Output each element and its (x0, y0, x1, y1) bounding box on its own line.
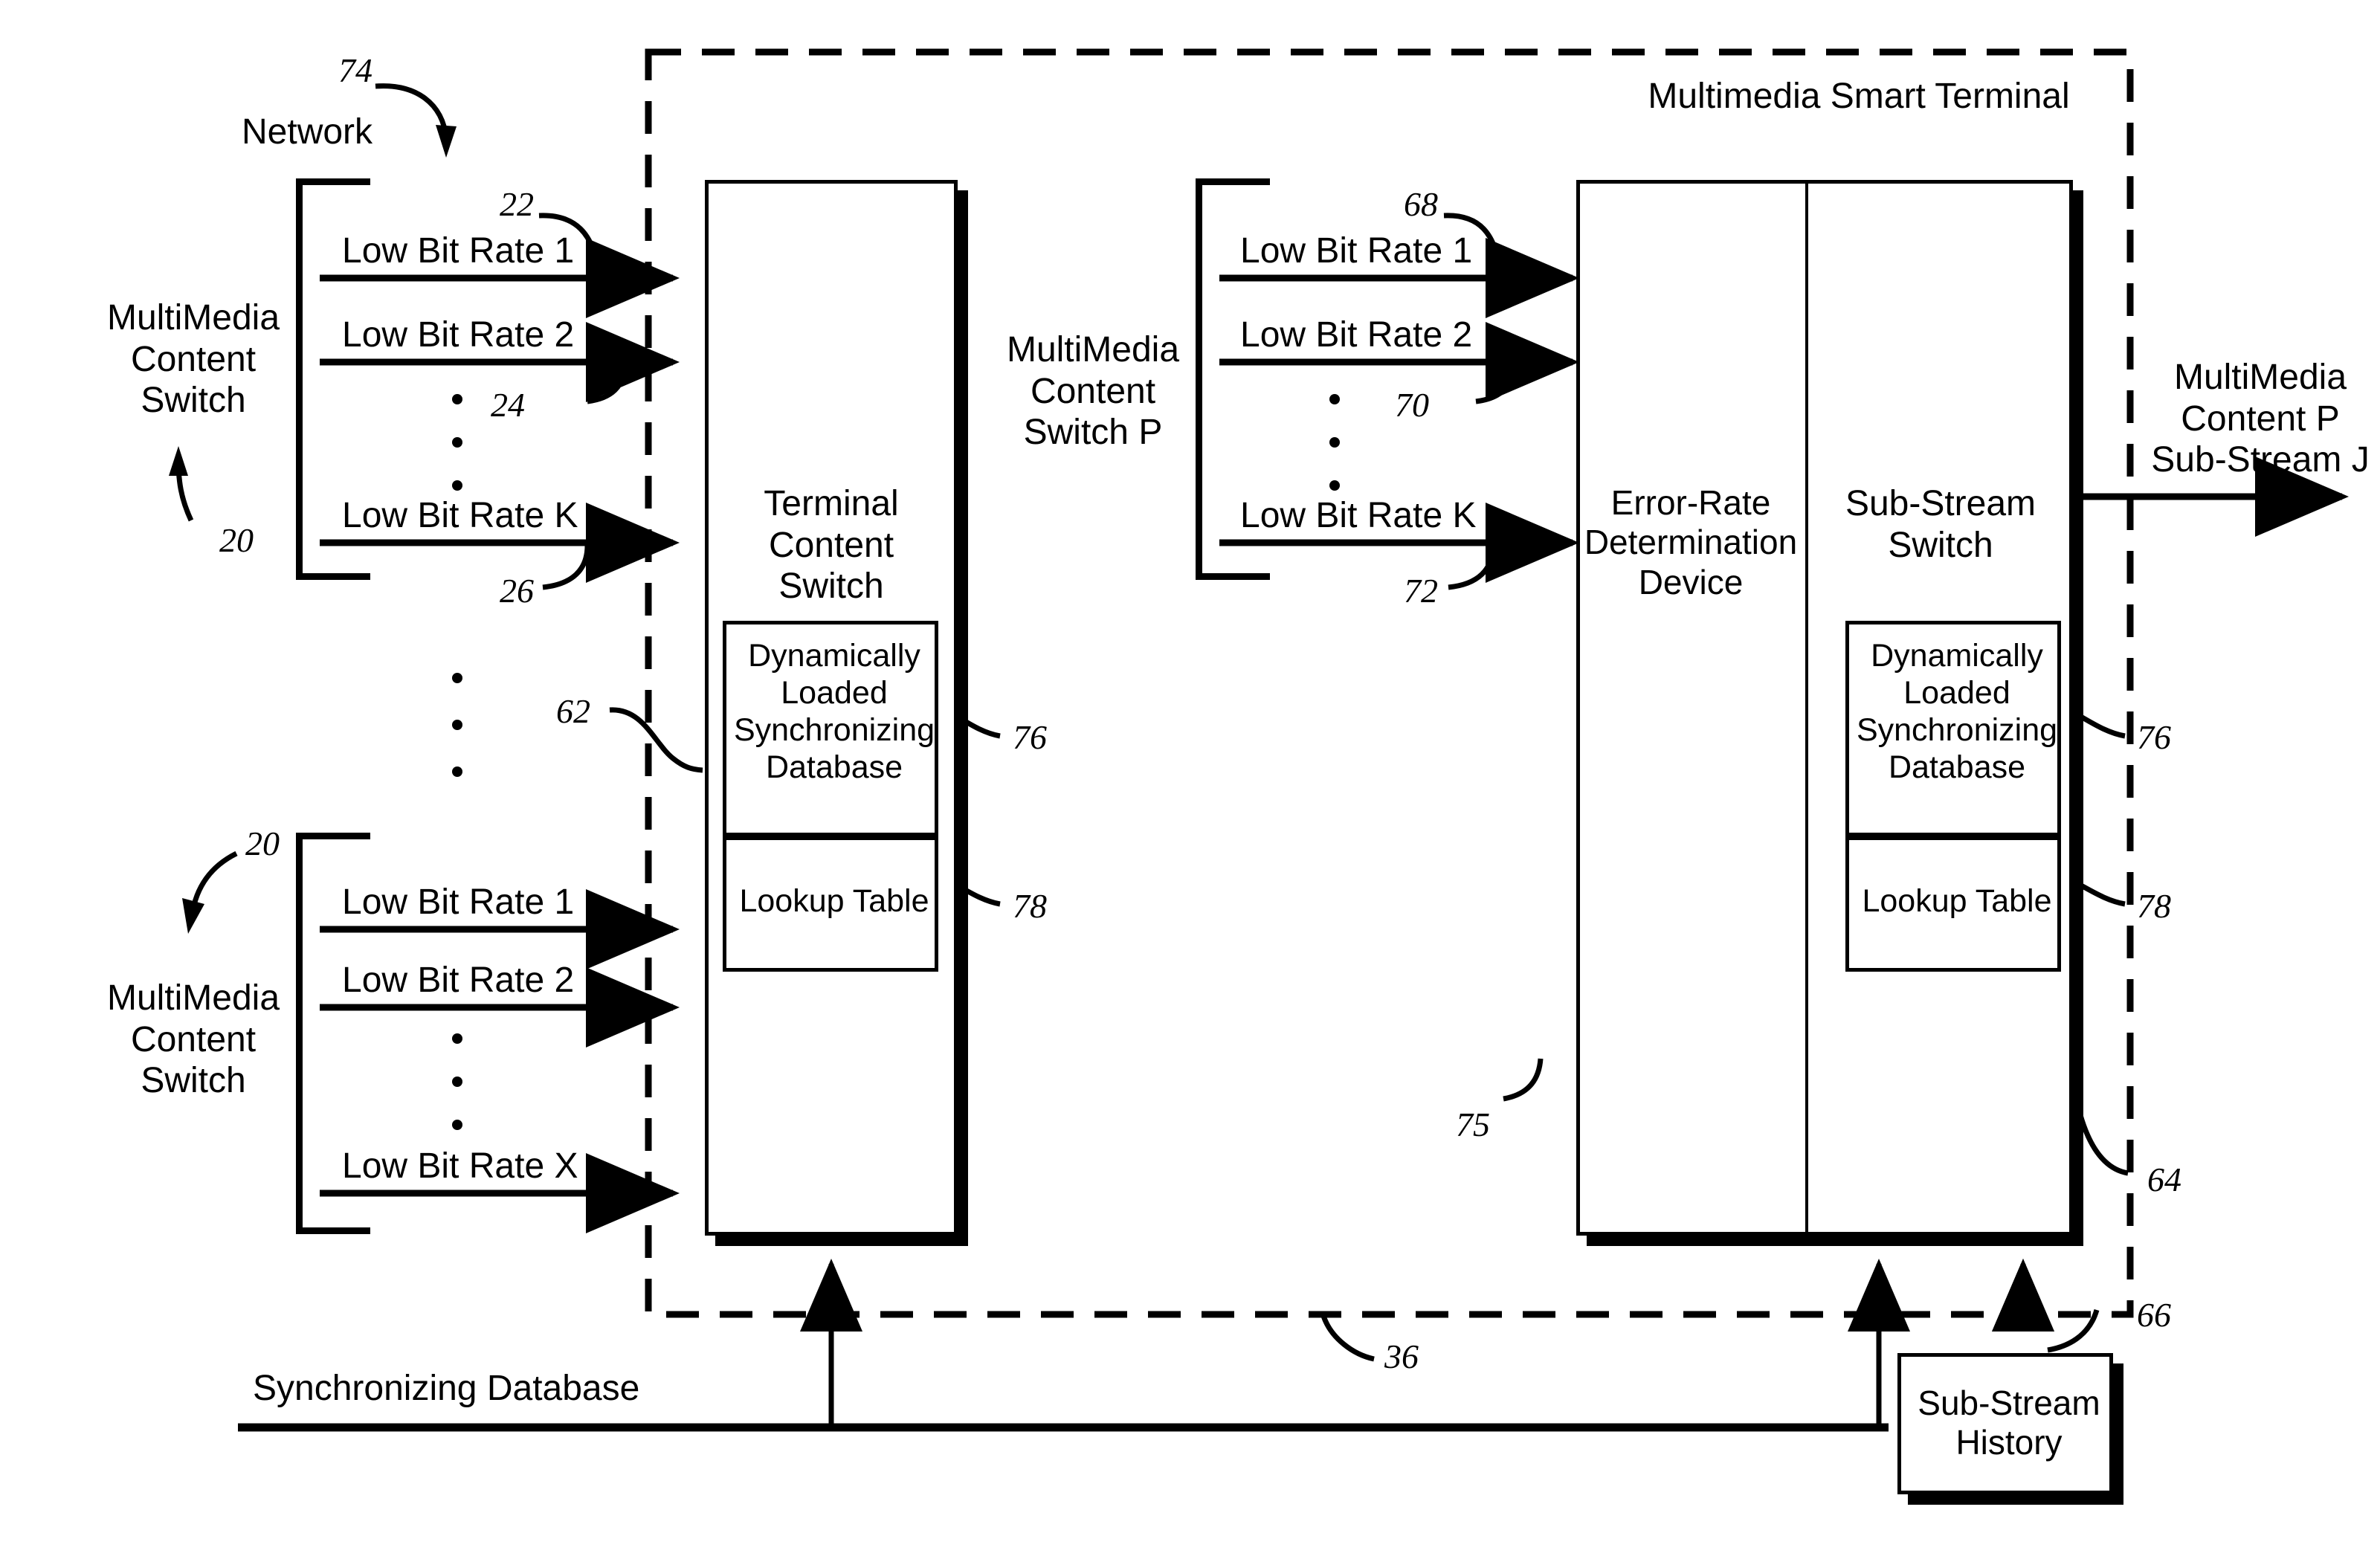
left-top-input-k-label: Low Bit Rate K (342, 496, 578, 535)
output-label-l3: Sub-Stream J (2151, 440, 2370, 480)
mid-switch-label-l1: MultiMedia (1006, 330, 1180, 369)
left-bottom-input-2-label: Low Bit Rate 2 (342, 961, 575, 1000)
left-top-input-1-label: Low Bit Rate 1 (342, 231, 575, 271)
left-top-ellipsis-dots (452, 394, 462, 491)
ref-24: 24 (491, 386, 525, 424)
left-bottom-input-x-label: Low Bit Rate X (342, 1146, 578, 1186)
erdd-title-l1: Error-Rate (1610, 483, 1771, 522)
ref-20-bottom: 20 (245, 824, 280, 862)
ref-76-left: 76 (1013, 718, 1047, 756)
synchronizing-database-label: Synchronizing Database (253, 1369, 640, 1408)
ref-72: 72 (1404, 572, 1438, 610)
tcs-lookup-table-label: Lookup Table (739, 883, 929, 919)
ref-74: 74 (338, 51, 373, 89)
sss-lookup-table[interactable]: Lookup Table (1845, 836, 2061, 972)
left-top-switch-label-l2: Content (130, 339, 257, 379)
middle-ellipsis-dots (1329, 394, 1340, 491)
leader-36 (1320, 1314, 1375, 1362)
ref-70: 70 (1395, 386, 1429, 424)
leader-74 (375, 83, 457, 158)
leader-72 (1448, 545, 1496, 590)
left-bottom-switch-label-l3: Switch (141, 1061, 246, 1101)
left-bottom-input-1-label: Low Bit Rate 1 (342, 882, 575, 922)
erdd-title-l2: Determination (1584, 523, 1798, 562)
leader-20-top (169, 446, 194, 522)
sss-lookup-table-label: Lookup Table (1862, 883, 2052, 919)
ref-62: 62 (556, 692, 590, 730)
ref-78-right: 78 (2137, 887, 2171, 925)
left-bottom-switch-label-l2: Content (130, 1019, 257, 1059)
sss-title-l1: Sub-Stream (1845, 484, 2036, 523)
tcs-title-l3: Switch (778, 567, 884, 607)
tcs-lookup-table[interactable]: Lookup Table (723, 836, 938, 972)
left-top-switch-label-l3: Switch (141, 381, 246, 421)
sub-stream-history-label: Sub-Stream History (1901, 1384, 2117, 1463)
ref-78-left: 78 (1013, 887, 1047, 925)
network-label: Network (242, 112, 373, 152)
ref-22: 22 (500, 185, 534, 223)
output-label-l1: MultiMedia (2173, 358, 2347, 397)
patent-figure-canvas: Multimedia Smart Terminal 74 Network Mul… (0, 0, 2380, 1559)
left-bottom-switch-label-l1: MultiMedia (106, 978, 280, 1018)
left-bottom-switch-label: MultiMedia Content Switch (82, 978, 305, 1102)
tcs-dlsdb-text: Dynamically Loaded Synchronizing Databas… (733, 638, 935, 785)
middle-input-k-label: Low Bit Rate K (1240, 496, 1477, 535)
left-group-ellipsis-dots (452, 673, 462, 777)
leader-75 (1503, 1058, 1544, 1102)
leader-66 (2047, 1308, 2100, 1353)
sss-title-l2: Switch (1888, 525, 1993, 565)
sss-dynamically-loaded-sync-db-label: Dynamically Loaded Synchronizing Databas… (1849, 638, 2065, 787)
middle-input-2-label: Low Bit Rate 2 (1240, 315, 1473, 355)
ref-26: 26 (500, 572, 534, 610)
smart-terminal-label: Multimedia Smart Terminal (1648, 77, 2070, 116)
leader-62 (609, 707, 703, 773)
leader-26 (542, 545, 590, 590)
left-bottom-ellipsis-dots (452, 1033, 462, 1130)
ssh-label-l1: Sub-Stream (1918, 1384, 2100, 1422)
leader-24 (587, 364, 628, 404)
leader-64 (2077, 1114, 2129, 1176)
left-top-input-2-label: Low Bit Rate 2 (342, 315, 575, 355)
ref-64: 64 (2147, 1161, 2181, 1198)
left-top-switch-label: MultiMedia Content Switch (82, 297, 305, 422)
tcs-title-l1: Terminal (764, 484, 899, 523)
leader-20-bottom (182, 850, 238, 934)
ref-75: 75 (1456, 1105, 1490, 1143)
sub-stream-switch[interactable]: Sub-Stream Switch (1808, 483, 2073, 566)
output-label: MultiMedia Content P Sub-Stream J (2141, 357, 2379, 481)
leader-70 (1475, 364, 1516, 404)
sss-dynamically-loaded-sync-db[interactable]: Dynamically Loaded Synchronizing Databas… (1845, 621, 2061, 836)
output-label-l2: Content P (2181, 398, 2340, 439)
mid-switch-label-l3: Switch P (1023, 413, 1163, 453)
sss-dlsdb-text: Dynamically Loaded Synchronizing Databas… (1856, 638, 2058, 785)
erdd-title-l3: Device (1638, 562, 1744, 601)
terminal-content-switch-title: Terminal Content Switch (705, 483, 958, 607)
middle-switch-label: MultiMedia Content Switch P (974, 329, 1212, 454)
ref-76-right: 76 (2137, 718, 2171, 756)
mid-switch-label-l2: Content (1030, 371, 1156, 411)
ref-66: 66 (2137, 1296, 2171, 1334)
ref-68: 68 (1404, 185, 1438, 223)
tcs-title-l2: Content (768, 525, 894, 565)
middle-input-1-label: Low Bit Rate 1 (1240, 231, 1473, 271)
right-block-divider (1805, 183, 1808, 1233)
left-top-switch-label-l1: MultiMedia (106, 298, 280, 338)
sub-stream-history[interactable]: Sub-Stream History (1897, 1353, 2113, 1494)
ref-36: 36 (1384, 1337, 1419, 1375)
tcs-dynamically-loaded-sync-db-label: Dynamically Loaded Synchronizing Databas… (726, 638, 942, 787)
ref-20-top: 20 (219, 521, 254, 559)
tcs-dynamically-loaded-sync-db[interactable]: Dynamically Loaded Synchronizing Databas… (723, 621, 938, 836)
ssh-label-l2: History (1955, 1423, 2063, 1462)
error-rate-determination-device[interactable]: Error-Rate Determination Device (1576, 483, 1805, 602)
